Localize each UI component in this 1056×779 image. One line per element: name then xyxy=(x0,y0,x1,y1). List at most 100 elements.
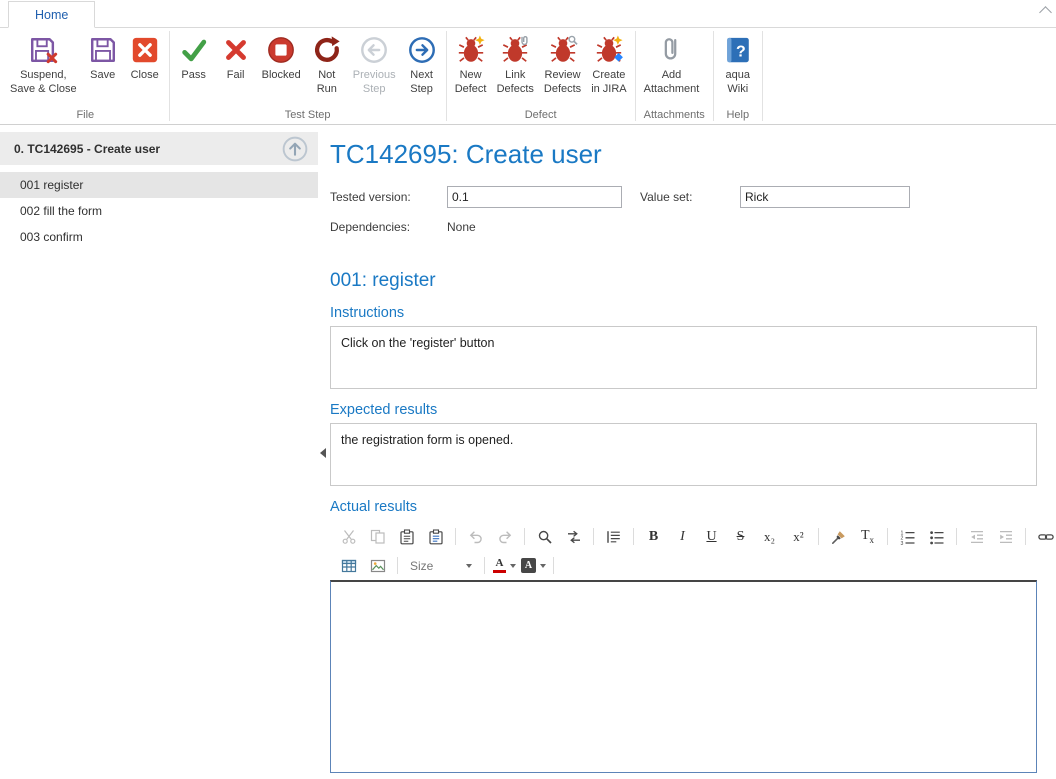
panel-splitter[interactable] xyxy=(318,125,328,779)
ribbon-body: Suspend, Save & Close Save Close File xyxy=(0,28,1056,124)
select-all-button[interactable] xyxy=(599,526,628,548)
wiki-help-book-icon: ? xyxy=(722,34,754,66)
underline-icon: U xyxy=(706,530,716,544)
button-label: Fail xyxy=(227,68,245,82)
tested-version-input[interactable] xyxy=(447,186,622,208)
strikethrough-button[interactable]: S xyxy=(726,526,755,548)
svg-text:3: 3 xyxy=(900,540,903,544)
chevron-down-icon xyxy=(510,564,516,568)
create-in-jira-button[interactable]: Create in JIRA xyxy=(586,30,631,109)
cut-button[interactable] xyxy=(334,526,363,548)
font-size-dropdown[interactable]: Size xyxy=(403,559,479,573)
text-color-button[interactable]: A xyxy=(490,555,519,577)
group-label-file: File xyxy=(2,109,169,124)
tested-version-label: Tested version: xyxy=(330,190,447,204)
italic-button[interactable]: I xyxy=(668,526,697,548)
pass-button[interactable]: Pass xyxy=(173,30,215,109)
link-button[interactable] xyxy=(1031,526,1056,548)
replace-button[interactable] xyxy=(559,526,588,548)
paste-from-word-button[interactable] xyxy=(421,526,450,548)
toolbar-separator xyxy=(887,528,888,545)
suspend-save-close-button[interactable]: Suspend, Save & Close xyxy=(5,30,82,109)
step-item-001[interactable]: 001 register xyxy=(0,172,318,198)
close-button[interactable]: Close xyxy=(124,30,166,109)
toolbar-separator xyxy=(455,528,456,545)
aqua-wiki-button[interactable]: ? aqua Wiki xyxy=(717,30,759,109)
arrow-up-circle-icon xyxy=(281,135,309,163)
paste-button[interactable] xyxy=(392,526,421,548)
next-step-button[interactable]: Next Step xyxy=(401,30,443,109)
group-label-help: Help xyxy=(714,109,762,124)
background-color-button[interactable]: A xyxy=(519,555,548,577)
find-button[interactable] xyxy=(530,526,559,548)
dependencies-label: Dependencies: xyxy=(330,220,447,234)
add-attachment-button[interactable]: Add Attachment xyxy=(639,30,705,109)
step-list: 001 register 002 fill the form 003 confi… xyxy=(0,172,318,250)
previous-arrow-icon xyxy=(358,34,390,66)
scroll-to-top-button[interactable] xyxy=(280,134,310,164)
search-icon xyxy=(537,529,553,545)
step-item-003[interactable]: 003 confirm xyxy=(0,224,318,250)
not-run-button[interactable]: Not Run xyxy=(306,30,348,109)
image-icon xyxy=(370,558,386,574)
bulleted-list-button[interactable] xyxy=(922,526,951,548)
numbered-list-button[interactable]: 123 xyxy=(893,526,922,548)
copy-button[interactable] xyxy=(363,526,392,548)
step-item-002[interactable]: 002 fill the form xyxy=(0,198,318,224)
new-defect-button[interactable]: New Defect xyxy=(450,30,492,109)
close-icon xyxy=(129,34,161,66)
insert-table-button[interactable] xyxy=(334,555,363,577)
blocked-stop-icon xyxy=(265,34,297,66)
ribbon-group-test-step: Pass Fail Blocked xyxy=(170,28,446,124)
redo-icon xyxy=(497,529,513,545)
remove-format-icon: Tx xyxy=(861,529,874,545)
link-defects-bug-icon xyxy=(499,34,531,66)
decrease-indent-button[interactable] xyxy=(962,526,991,548)
redo-button[interactable] xyxy=(490,526,519,548)
toolbar-separator xyxy=(956,528,957,545)
background-color-icon: A xyxy=(521,558,536,573)
remove-format-button[interactable]: Tx xyxy=(853,526,882,548)
undo-button[interactable] xyxy=(461,526,490,548)
bulleted-list-icon xyxy=(929,529,945,545)
value-set-input[interactable] xyxy=(740,186,910,208)
not-run-reset-icon xyxy=(311,34,343,66)
button-label: Save xyxy=(90,68,115,82)
pass-check-icon xyxy=(178,34,210,66)
ribbon-tab-strip: Home xyxy=(0,0,1056,28)
blocked-button[interactable]: Blocked xyxy=(257,30,306,109)
button-label: Next Step xyxy=(410,68,433,96)
actual-results-text-area[interactable] xyxy=(330,580,1037,773)
text-color-icon: A xyxy=(493,558,506,573)
previous-step-button[interactable]: Previous Step xyxy=(348,30,401,109)
table-icon xyxy=(341,558,357,574)
link-defects-button[interactable]: Link Defects xyxy=(492,30,539,109)
select-all-icon xyxy=(606,529,622,545)
svg-text:?: ? xyxy=(736,44,746,61)
collapse-chevron-icon[interactable] xyxy=(1039,6,1052,19)
tab-home[interactable]: Home xyxy=(8,1,95,28)
subscript-button[interactable]: x₂ xyxy=(755,526,784,548)
toolbar-separator xyxy=(633,528,634,545)
insert-image-button[interactable] xyxy=(363,555,392,577)
fail-button[interactable]: Fail xyxy=(215,30,257,109)
instructions-box[interactable]: Click on the 'register' button xyxy=(330,326,1037,389)
create-in-jira-bug-icon xyxy=(593,34,625,66)
underline-button[interactable]: U xyxy=(697,526,726,548)
increase-indent-button[interactable] xyxy=(991,526,1020,548)
save-button[interactable]: Save xyxy=(82,30,124,109)
numbered-list-icon: 123 xyxy=(900,529,916,545)
review-defects-button[interactable]: Review Defects xyxy=(539,30,586,109)
collapse-panel-icon[interactable] xyxy=(320,448,326,458)
format-brush-icon xyxy=(831,529,847,545)
bold-button[interactable]: B xyxy=(639,526,668,548)
expected-results-box[interactable]: the registration form is opened. xyxy=(330,423,1037,486)
undo-icon xyxy=(468,529,484,545)
group-label-attachments: Attachments xyxy=(636,109,713,124)
actual-results-editor: B I U S x₂ x² Tx 123 xyxy=(330,522,1037,773)
toolbar-separator xyxy=(484,557,485,574)
step-heading: 001: register xyxy=(330,270,1037,292)
superscript-button[interactable]: x² xyxy=(784,526,813,548)
copy-formatting-button[interactable] xyxy=(824,526,853,548)
button-label: Review Defects xyxy=(544,68,581,96)
